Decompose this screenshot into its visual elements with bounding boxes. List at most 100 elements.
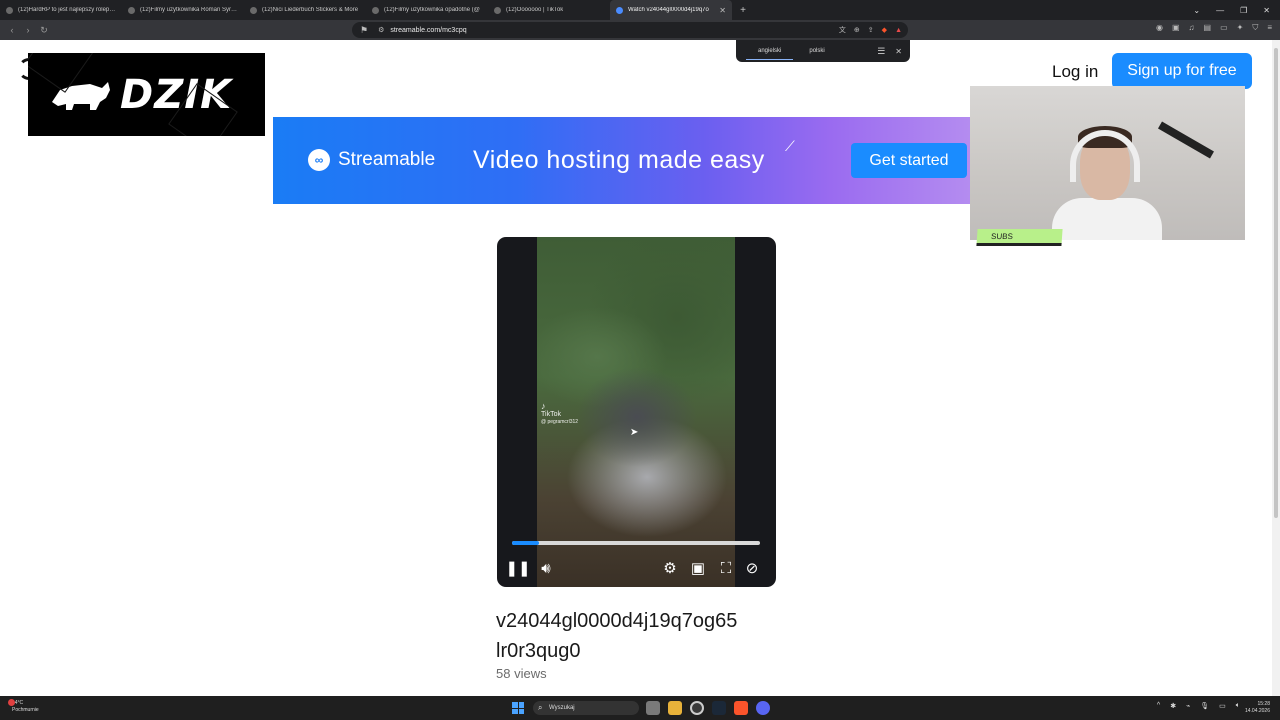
translate-target-lang[interactable]: polski	[795, 48, 838, 54]
mic-icon[interactable]: 🎙︎	[1200, 702, 1209, 710]
volume-icon[interactable]: 🔊︎	[536, 558, 556, 578]
browser-tab-active[interactable]: Watch v24044gl0000d4j19q7o ✕	[610, 0, 732, 20]
tiktok-watermark-app: TikTok	[541, 411, 561, 418]
video-title-line: lr0r3qug0	[496, 640, 581, 662]
close-window-icon[interactable]: ✕	[1263, 6, 1270, 15]
brave-rewards-icon[interactable]: ▲	[895, 27, 902, 34]
login-link[interactable]: Log in	[1052, 62, 1098, 82]
new-tab-button[interactable]: +	[736, 5, 750, 16]
discord-icon[interactable]	[756, 701, 770, 715]
address-bar[interactable]: ⚑ ⚙ streamable.com/mc3cpq 文 ⊕ ⇪ ◆ ▲	[352, 22, 908, 38]
browser-tab[interactable]: (12)Filmy użytkownika opadotne (@	[366, 0, 488, 20]
streamable-logo-icon[interactable]: ⊘	[742, 558, 762, 578]
chevron-up-icon[interactable]: ^	[1157, 702, 1160, 710]
video-player[interactable]: ♪ TikTok @ pegramcrl312 ➤ ❚❚ 🔊︎ ⚙ ▣ ⛶ ⊘	[497, 237, 776, 587]
leo-icon[interactable]: ✦	[1237, 23, 1244, 33]
search-placeholder: Wyszukaj	[549, 705, 575, 711]
tiktok-favicon-icon	[494, 6, 501, 14]
dzik-logo: DZIK ®	[28, 53, 265, 136]
progress-bar[interactable]	[512, 541, 760, 545]
extension-icon[interactable]: ▣	[1172, 23, 1180, 33]
signup-button[interactable]: Sign up for free	[1112, 53, 1252, 89]
tiktok-favicon-icon	[6, 6, 13, 14]
usb-icon[interactable]: ⌁	[1186, 702, 1190, 710]
minimize-icon[interactable]: —	[1216, 6, 1224, 15]
tiktok-watermark-user: @ pegramcrl312	[541, 419, 579, 425]
page-scrollbar[interactable]	[1272, 40, 1280, 696]
clock-time: 15:28	[1257, 701, 1270, 707]
fullscreen-icon[interactable]: ⛶	[716, 558, 736, 578]
tiktok-favicon-icon	[128, 6, 135, 14]
tiktok-logo-icon: ♪	[541, 401, 546, 411]
video-frame[interactable]: ♪ TikTok @ pegramcrl312 ➤	[537, 237, 735, 587]
back-icon[interactable]: ‹	[4, 25, 20, 35]
translate-menu-icon[interactable]: ☰	[877, 46, 885, 57]
extension-icon[interactable]: ◉	[1156, 23, 1163, 33]
browser-toolbar: ‹ › ↻ ⚑ ⚙ streamable.com/mc3cpq 文 ⊕ ⇪ ◆ …	[0, 20, 1280, 40]
music-icon[interactable]: ♫	[1189, 23, 1195, 33]
bluetooth-icon[interactable]: ✱	[1170, 702, 1176, 710]
address-bar-actions: 文 ⊕ ⇪ ◆ ▲	[839, 25, 908, 35]
taskbar-search[interactable]: ⌕ Wyszukaj	[533, 701, 639, 715]
windows-taskbar: 14°C Pochmurnie ⌕ Wyszukaj ^ ✱ ⌁ 🎙︎ ▭ 🔈︎…	[0, 696, 1280, 720]
tiktok-favicon-icon	[250, 6, 257, 14]
weather-icon	[8, 699, 15, 706]
brand-name: Streamable	[338, 149, 436, 170]
steam-icon[interactable]	[712, 701, 726, 715]
reload-icon[interactable]: ↻	[36, 25, 52, 36]
tab-search-icon[interactable]: ⌄	[1193, 6, 1200, 15]
scrollbar-thumb[interactable]	[1274, 48, 1278, 518]
browser-tab[interactable]: (12)Nici Liederbuch Stickers & More	[244, 0, 366, 20]
share-icon[interactable]: ⇪	[868, 26, 874, 34]
vpn-icon[interactable]: ⛉	[1252, 23, 1258, 33]
person-body	[1052, 198, 1162, 240]
weather-text: Pochmurnie	[12, 707, 39, 713]
pause-icon[interactable]: ❚❚	[505, 558, 530, 578]
brave-shield-icon[interactable]: ◆	[882, 26, 887, 34]
webcam-overlay	[970, 86, 1245, 240]
zoom-icon[interactable]: ⊕	[854, 26, 860, 34]
forward-icon[interactable]: ›	[20, 25, 36, 35]
maximize-icon[interactable]: ❐	[1240, 6, 1247, 15]
browser-tab[interactable]: (12)HardRP to jest najlepszy roleplay	[0, 0, 122, 20]
chrome-icon[interactable]	[690, 701, 704, 715]
browser-tab[interactable]: (12)Ooooooo | TikTok	[488, 0, 610, 20]
tab-close-icon[interactable]: ✕	[715, 6, 726, 15]
streamable-logo-icon: ∞	[308, 149, 330, 171]
tiktok-watermark: ♪ TikTok @ pegramcrl312	[541, 401, 578, 425]
translate-icon[interactable]: 文	[839, 25, 846, 35]
system-tray: ^ ✱ ⌁ 🎙︎ ▭ 🔈︎	[1157, 702, 1240, 710]
banner-tagline: Video hosting made easy	[473, 146, 765, 174]
weather-widget[interactable]: 14°C Pochmurnie	[8, 699, 39, 714]
get-started-button[interactable]: Get started	[851, 143, 967, 178]
sparkle-icon: ⟋	[785, 138, 795, 154]
translate-close-icon[interactable]: ✕	[895, 47, 902, 56]
speaker-icon[interactable]: 🔈︎	[1236, 702, 1240, 710]
task-view-icon[interactable]	[646, 701, 660, 715]
progress-fill	[512, 541, 540, 545]
sidebar-icon[interactable]: ▤	[1204, 23, 1212, 33]
network-icon[interactable]: ▭	[1219, 702, 1226, 710]
browser-tabbar: (12)HardRP to jest najlepszy roleplay (1…	[0, 0, 1280, 20]
view-count: 58 views	[496, 666, 547, 681]
settings-icon[interactable]: ⚙	[660, 558, 680, 578]
streamable-brand: ∞ Streamable	[308, 149, 435, 171]
brave-icon[interactable]	[734, 701, 748, 715]
tiktok-favicon-icon	[372, 6, 379, 14]
search-icon: ⌕	[538, 703, 543, 712]
system-clock[interactable]: 15:28 14.04.2026	[1245, 701, 1270, 715]
screen: (12)HardRP to jest najlepszy roleplay (1…	[0, 0, 1280, 720]
promo-banner[interactable]: ∞ Streamable Video hosting made easy ⟋ G…	[273, 117, 970, 204]
bookmark-icon[interactable]: ⚑	[360, 25, 368, 36]
wallet-icon[interactable]: ▭	[1220, 23, 1228, 33]
menu-icon[interactable]: ≡	[1267, 23, 1272, 33]
url-text[interactable]: streamable.com/mc3cpq	[390, 27, 466, 34]
browser-tab[interactable]: (12)Filmy użytkownika Roman Syrcik	[122, 0, 244, 20]
site-info-icon[interactable]: ⚙	[378, 26, 384, 34]
picture-in-picture-icon[interactable]: ▣	[688, 558, 708, 578]
clock-date: 14.04.2026	[1244, 708, 1270, 714]
extension-icons: ◉ ▣ ♫ ▤ ▭ ✦ ⛉ ≡	[1156, 23, 1272, 33]
file-explorer-icon[interactable]	[668, 701, 682, 715]
translate-source-lang[interactable]: angielski	[744, 48, 795, 60]
windows-start-icon[interactable]	[512, 702, 524, 714]
